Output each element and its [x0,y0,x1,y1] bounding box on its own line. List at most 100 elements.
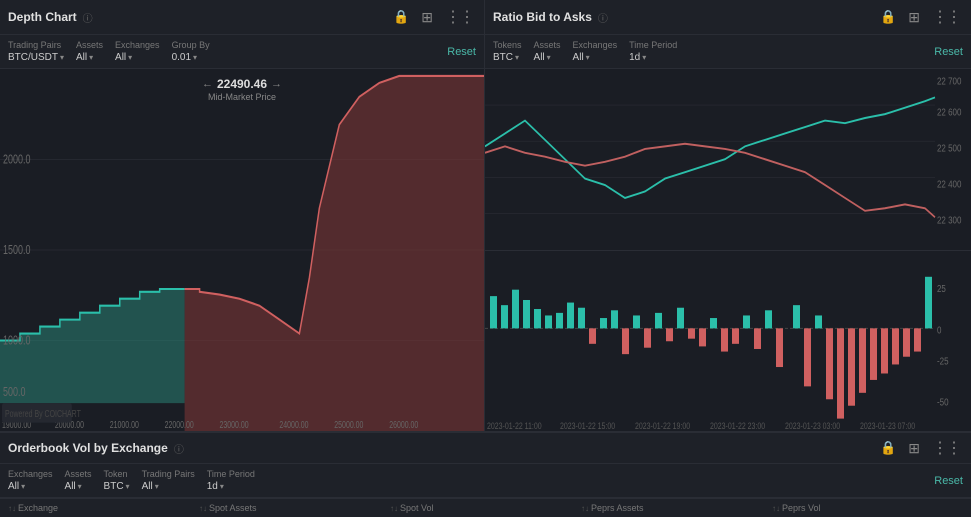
assets-select-ratio[interactable]: All ▾ [534,52,561,63]
ratio-chart-info-icon[interactable]: ⓘ [598,10,608,25]
col-peprs-vol[interactable]: ↑↓ Peprs Vol [772,503,963,513]
ratio-grid-icon[interactable]: ⊞ [905,8,923,27]
time-period-group-ratio: Time Period 1d ▾ [629,40,677,63]
trading-pairs-label-orderbook: Trading Pairs [142,469,195,479]
time-period-select-ratio[interactable]: 1d ▾ [629,52,677,63]
group-by-select[interactable]: 0.01 ▾ [172,52,210,63]
orderbook-vol-panel: Orderbook Vol by Exchange ⓘ 🔒 ⊞ ⋮⋮ Excha… [0,432,971,517]
depth-grid-icon[interactable]: ⊞ [418,8,436,27]
time-period-label-orderbook: Time Period [207,469,255,479]
depth-dots-icon[interactable]: ⋮⋮ [442,6,476,28]
exchanges-select-orderbook[interactable]: All ▾ [8,481,53,492]
svg-text:22 600: 22 600 [937,106,961,117]
main-container: Depth Chart ⓘ 🔒 ⊞ ⋮⋮ Trading Pairs BTC/U… [0,0,971,517]
orderbook-grid-icon[interactable]: ⊞ [905,439,923,458]
depth-lock-icon[interactable]: 🔒 [390,8,412,26]
depth-chart-svg: 2000.0 1500.0 1000.0 500.0 19000.00 2000… [0,69,484,431]
svg-text:Powered By COICHART: Powered By COICHART [5,408,81,419]
svg-text:-50: -50 [937,396,949,407]
assets-arrow-orderbook: ▾ [78,482,82,491]
depth-chart-info-icon[interactable]: ⓘ [83,10,93,25]
svg-text:22 300: 22 300 [937,215,961,226]
tokens-select[interactable]: BTC ▾ [493,52,522,63]
col-spot-assets[interactable]: ↑↓ Spot Assets [199,503,390,513]
svg-text:23000.00: 23000.00 [220,419,249,430]
orderbook-controls-bar: Exchanges All ▾ Assets All ▾ Token BTC ▾ [0,464,971,498]
orderbook-vol-info-icon[interactable]: ⓘ [174,441,184,456]
exchanges-select-ratio[interactable]: All ▾ [573,52,618,63]
exchanges-select-depth[interactable]: All ▾ [115,52,160,63]
orderbook-reset-button[interactable]: Reset [934,475,963,487]
trading-pairs-select[interactable]: BTC/USDT ▾ [8,52,64,63]
svg-text:2023-01-22 11:00: 2023-01-22 11:00 [487,421,542,431]
ratio-dots-icon[interactable]: ⋮⋮ [929,6,963,28]
token-select-orderbook[interactable]: BTC ▾ [104,481,130,492]
assets-group-depth: Assets All ▾ [76,40,103,63]
col-exchange[interactable]: ↑↓ Exchange [8,503,199,513]
group-by-group: Group By 0.01 ▾ [172,40,210,63]
token-group-orderbook: Token BTC ▾ [104,469,130,492]
exchanges-group-orderbook: Exchanges All ▾ [8,469,53,492]
ratio-chart-title: Ratio Bid to Asks [493,10,592,24]
svg-text:2023-01-22 23:00: 2023-01-22 23:00 [710,421,766,431]
time-period-select-orderbook[interactable]: 1d ▾ [207,481,255,492]
ratio-lock-icon[interactable]: 🔒 [877,8,899,26]
exchanges-group-depth: Exchanges All ▾ [115,40,160,63]
svg-text:26000.00: 26000.00 [389,419,418,430]
spot-assets-sort-icon: ↑↓ [199,504,207,513]
exchanges-arrow-ratio: ▾ [586,53,590,62]
tokens-label: Tokens [493,40,522,50]
exchanges-group-ratio: Exchanges All ▾ [573,40,618,63]
svg-text:25000.00: 25000.00 [334,419,363,430]
group-by-label: Group By [172,40,210,50]
depth-reset-button[interactable]: Reset [447,46,476,58]
orderbook-dots-icon[interactable]: ⋮⋮ [929,437,963,459]
exchanges-label-ratio: Exchanges [573,40,618,50]
assets-select-orderbook[interactable]: All ▾ [65,481,92,492]
assets-arrow-ratio: ▾ [547,53,551,62]
col-peprs-assets[interactable]: ↑↓ Peprs Assets [581,503,772,513]
svg-text:1500.0: 1500.0 [3,244,30,258]
exchange-sort-icon: ↑↓ [8,504,16,513]
svg-text:500.0: 500.0 [3,386,25,400]
peprs-vol-sort-icon: ↑↓ [772,504,780,513]
svg-text:1000.0: 1000.0 [3,334,30,348]
orderbook-vol-title: Orderbook Vol by Exchange [8,441,168,455]
svg-text:2023-01-23 03:00: 2023-01-23 03:00 [785,421,841,431]
group-by-arrow: ▾ [193,53,197,62]
orderbook-lock-icon[interactable]: 🔒 [877,439,899,457]
ratio-chart-panel: Ratio Bid to Asks ⓘ 🔒 ⊞ ⋮⋮ Tokens BTC ▾ [485,0,971,431]
trading-pairs-group-orderbook: Trading Pairs All ▾ [142,469,195,492]
svg-text:2023-01-22 15:00: 2023-01-22 15:00 [560,421,616,431]
time-period-group-orderbook: Time Period 1d ▾ [207,469,255,492]
peprs-assets-sort-icon: ↑↓ [581,504,589,513]
assets-label-orderbook: Assets [65,469,92,479]
exchanges-label-depth: Exchanges [115,40,160,50]
trading-pairs-select-orderbook[interactable]: All ▾ [142,481,195,492]
assets-label-ratio: Assets [534,40,561,50]
ratio-chart-header: Ratio Bid to Asks ⓘ 🔒 ⊞ ⋮⋮ [485,0,971,35]
depth-chart-panel: Depth Chart ⓘ 🔒 ⊞ ⋮⋮ Trading Pairs BTC/U… [0,0,485,431]
exchanges-arrow-depth: ▾ [128,53,132,62]
ratio-reset-button[interactable]: Reset [934,46,963,58]
exchanges-arrow-orderbook: ▾ [21,482,25,491]
col-spot-assets-label: Spot Assets [209,503,257,513]
time-period-arrow-ratio: ▾ [642,53,646,62]
svg-text:2023-01-22 19:00: 2023-01-22 19:00 [635,421,691,431]
top-row: Depth Chart ⓘ 🔒 ⊞ ⋮⋮ Trading Pairs BTC/U… [0,0,971,432]
depth-controls-bar: Trading Pairs BTC/USDT ▾ Assets All ▾ Ex… [0,35,484,69]
assets-select-depth[interactable]: All ▾ [76,52,103,63]
trading-pairs-label: Trading Pairs [8,40,64,50]
svg-text:22 700: 22 700 [937,76,961,87]
svg-text:-25: -25 [937,355,949,366]
ratio-controls-bar: Tokens BTC ▾ Assets All ▾ Exchanges [485,35,971,69]
orderbook-vol-header: Orderbook Vol by Exchange ⓘ 🔒 ⊞ ⋮⋮ [0,433,971,464]
col-spot-vol[interactable]: ↑↓ Spot Vol [390,503,581,513]
depth-chart-panel-icons: 🔒 ⊞ ⋮⋮ [390,6,476,28]
orderbook-table-header: ↑↓ Exchange ↑↓ Spot Assets ↑↓ Spot Vol ↑… [0,498,971,517]
assets-arrow-depth: ▾ [89,53,93,62]
svg-text:0: 0 [937,324,941,335]
svg-text:2023-01-23 07:00: 2023-01-23 07:00 [860,421,916,431]
assets-group-ratio: Assets All ▾ [534,40,561,63]
orderbook-vol-panel-icons: 🔒 ⊞ ⋮⋮ [877,437,963,459]
